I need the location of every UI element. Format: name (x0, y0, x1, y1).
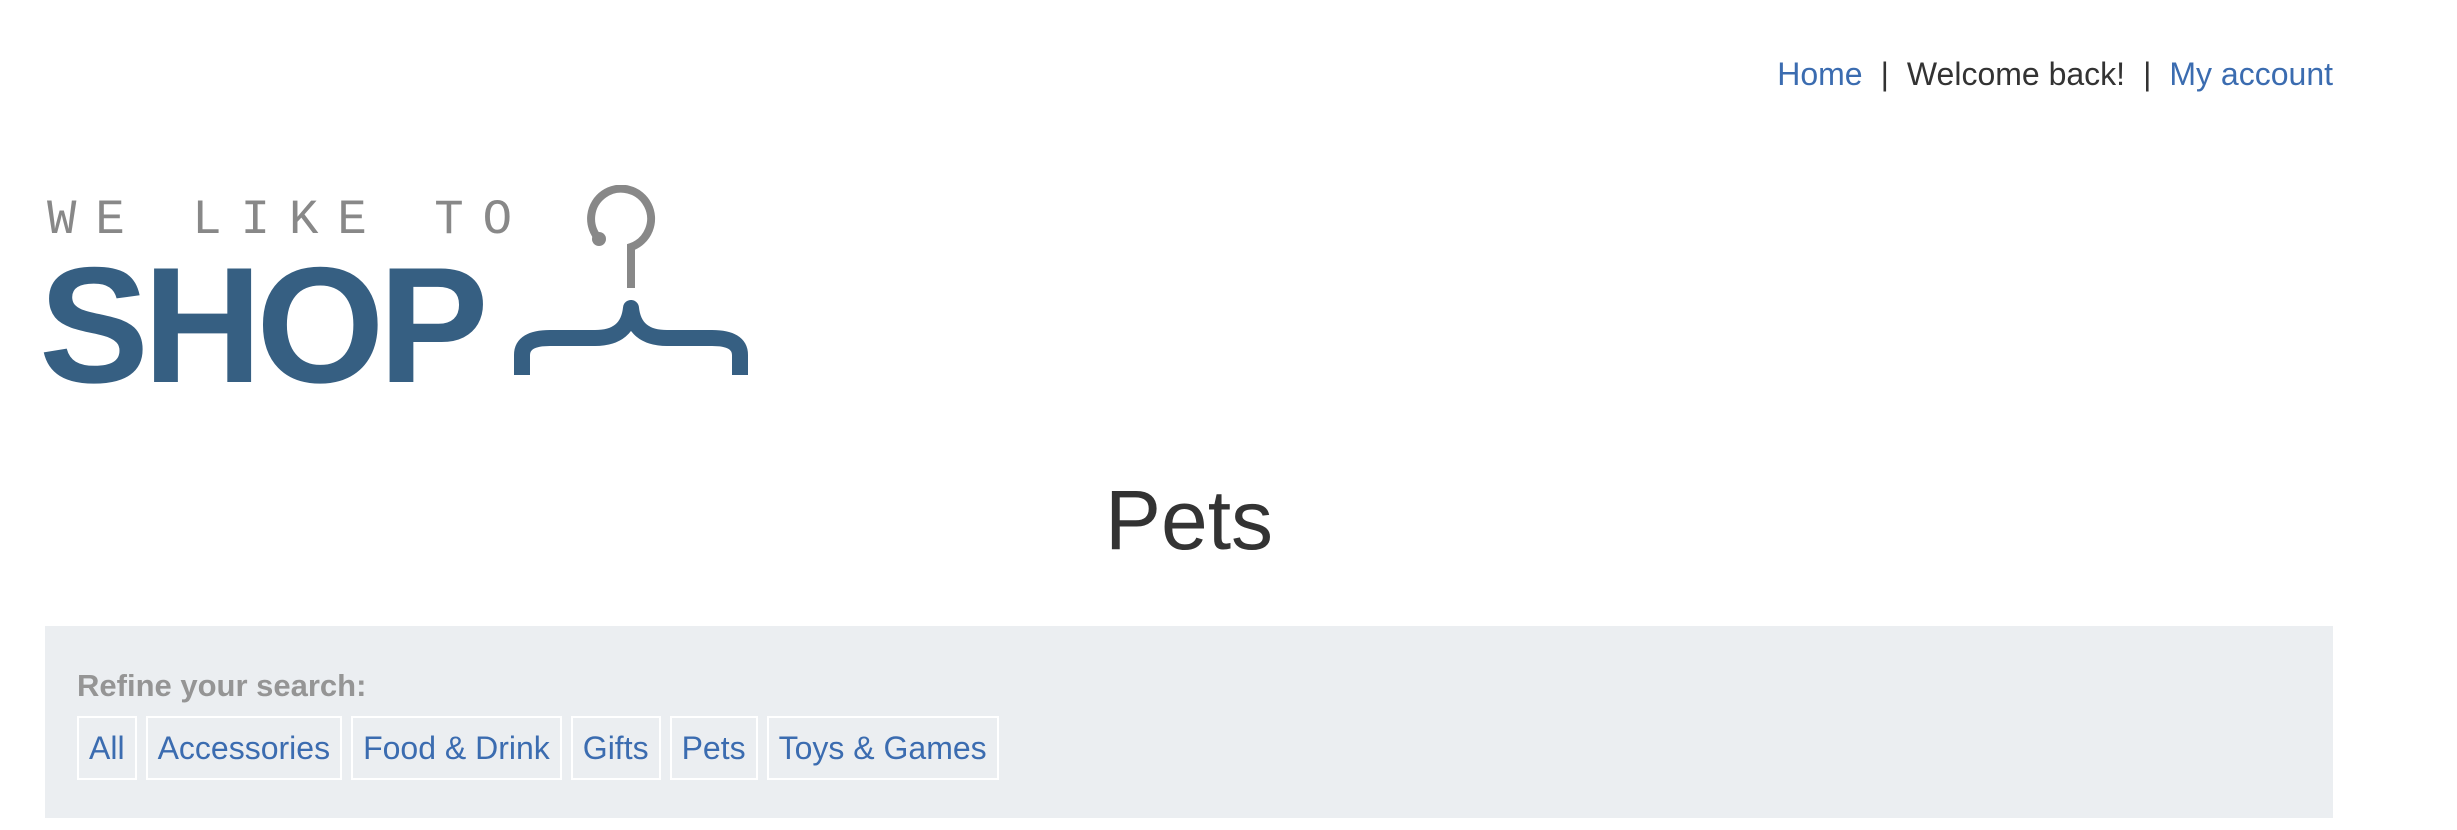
filter-button-all[interactable]: All (77, 716, 137, 780)
nav-separator: | (2143, 56, 2152, 92)
page-title: Pets (1104, 473, 1274, 567)
welcome-text: Welcome back! (1906, 56, 2126, 92)
clothes-hanger-icon (514, 185, 748, 375)
page-container: Home | Welcome back! | My account WE LIKE TO… (39, 0, 2333, 830)
nav-separator: | (1880, 56, 1889, 92)
filter-button-group: All Accessories Food & Drink Gifts Pets … (77, 716, 999, 780)
filter-label: Refine your search: (77, 668, 367, 703)
filter-button-accessories[interactable]: Accessories (145, 716, 343, 780)
logo-wordmark: SHOP (39, 233, 489, 417)
filter-button-pets[interactable]: Pets (669, 716, 758, 780)
filter-button-toys-games[interactable]: Toys & Games (766, 716, 999, 780)
filter-panel: Refine your search: All Accessories Food… (45, 626, 2333, 818)
home-link[interactable]: Home (1777, 56, 1862, 92)
filter-button-food-drink[interactable]: Food & Drink (351, 716, 562, 780)
top-nav: Home | Welcome back! | My account (1777, 52, 2333, 96)
site-logo[interactable]: WE LIKE TO SHOP (39, 185, 755, 410)
filter-button-gifts[interactable]: Gifts (570, 716, 661, 780)
my-account-link[interactable]: My account (2169, 56, 2333, 92)
